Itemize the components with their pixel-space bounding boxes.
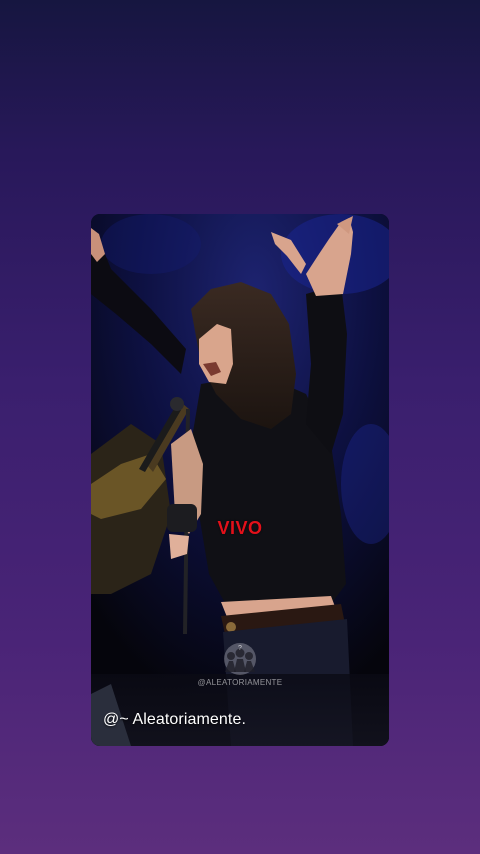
watermark-handle: @ALEATORIAMENTE [197,678,283,687]
overlay-label: VIVO [217,518,263,538]
post-caption: @~ Aleatoriamente. [103,711,247,728]
masked-figures-logo-icon: ? [224,643,256,675]
watermark: ? @ALEATORIAMENTE [91,642,389,687]
video-card[interactable]: VIVO ? @ALEATORIAMENTE @~ Aleatoriamente… [91,214,389,746]
svg-text:?: ? [238,645,242,652]
